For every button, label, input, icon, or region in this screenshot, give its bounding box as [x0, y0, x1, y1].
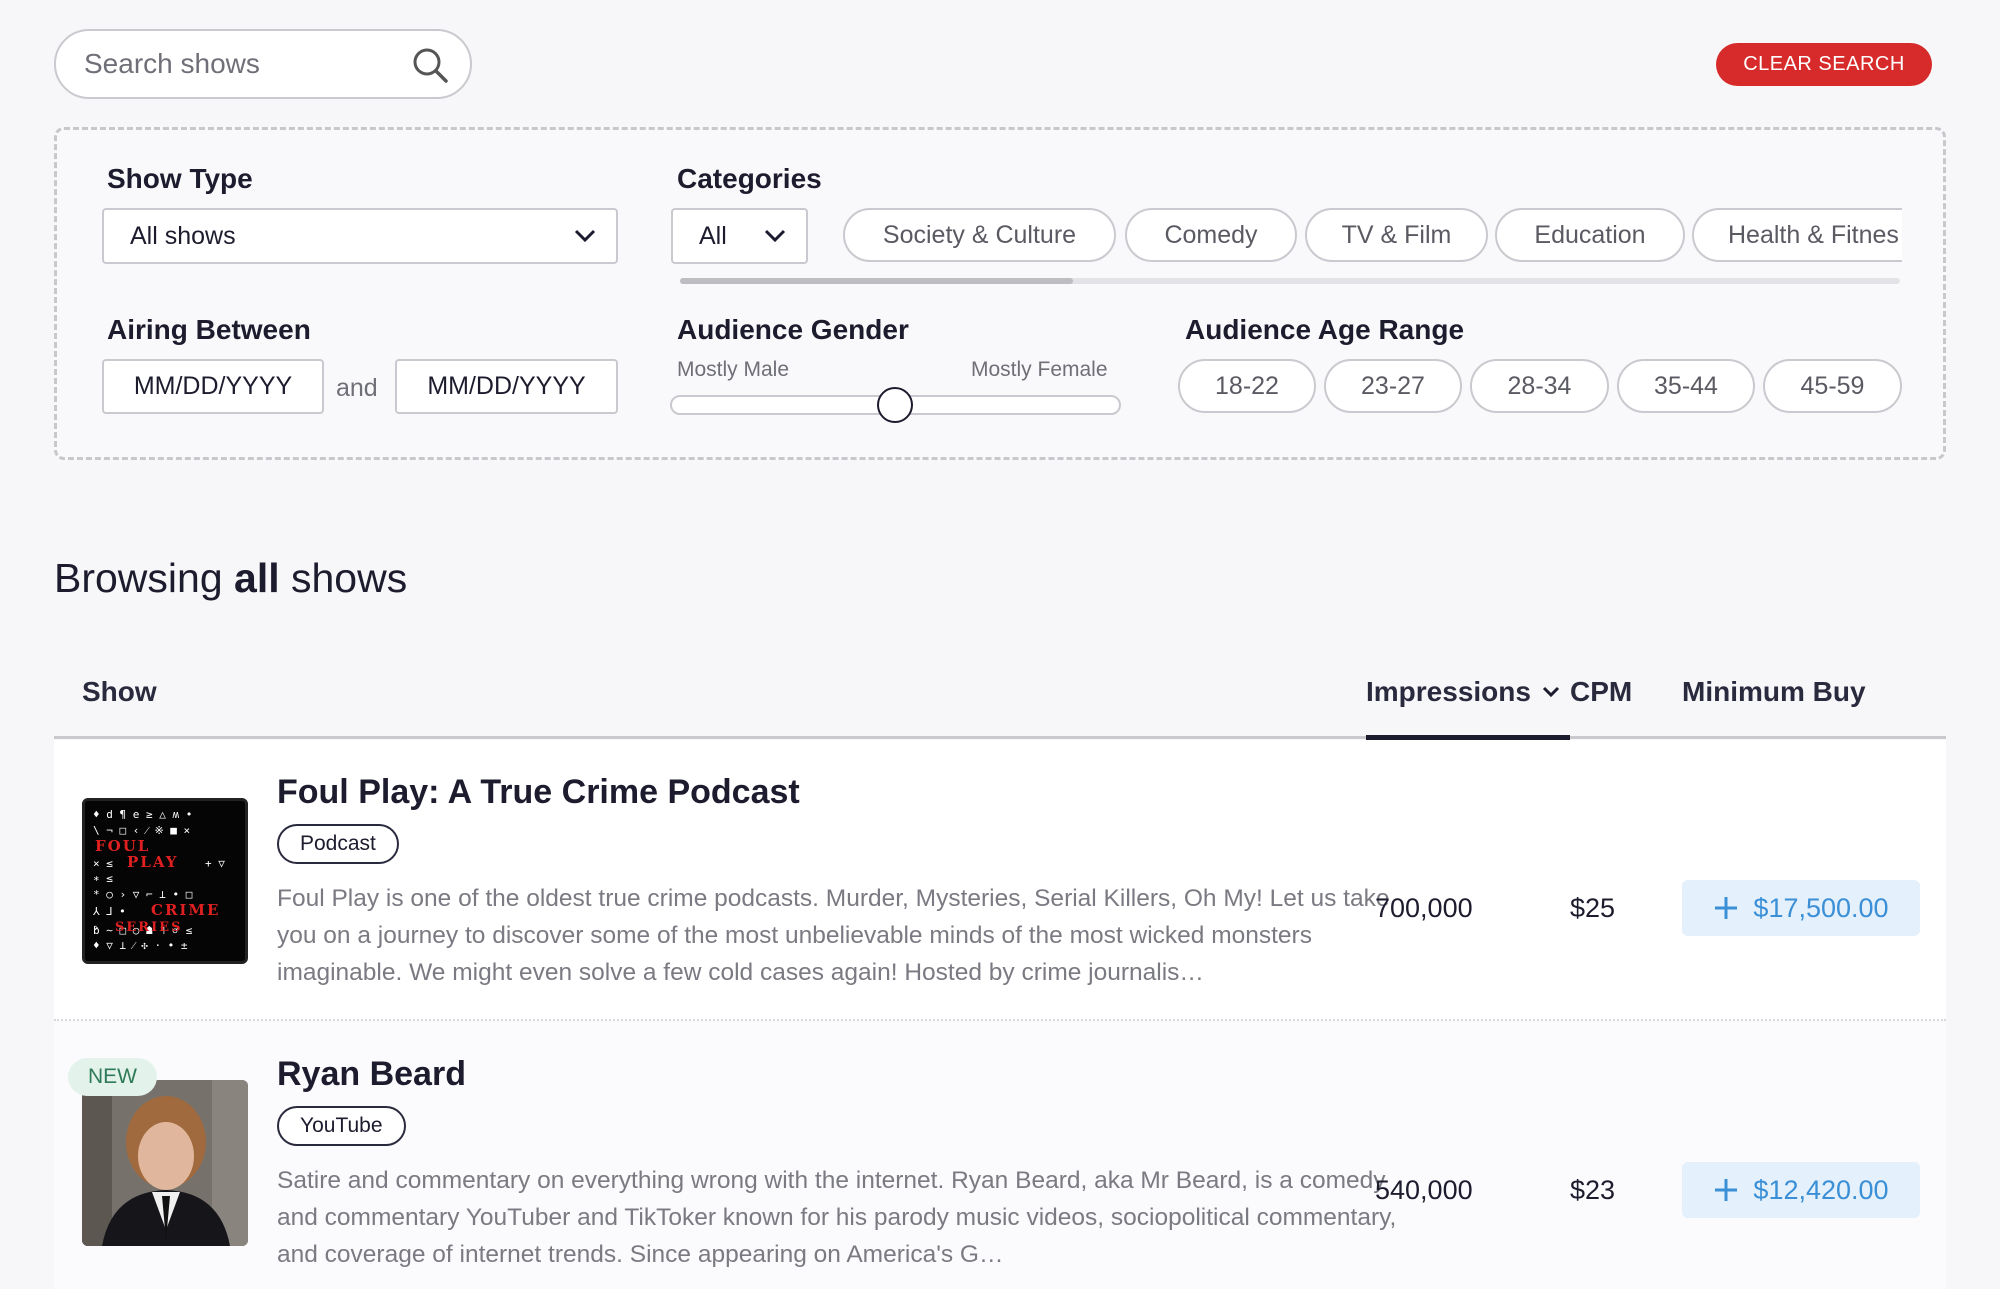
cover-text-play: PLAY — [127, 853, 178, 871]
impressions-value: 540,000 — [1375, 1175, 1473, 1205]
age-pill-28-34[interactable]: 28-34 — [1470, 359, 1609, 413]
audience-age-range-label: Audience Age Range — [1185, 314, 1465, 345]
show-type-label: Show Type — [107, 163, 253, 194]
category-pill-tv-film[interactable]: TV & Film — [1305, 208, 1488, 262]
airing-between-joiner: and — [336, 374, 378, 402]
show-type-tag: Podcast — [277, 824, 399, 864]
show-cover-ryan-beard[interactable] — [82, 1080, 248, 1246]
column-header-show[interactable]: Show — [82, 676, 157, 708]
search-box[interactable] — [54, 29, 472, 99]
search-input[interactable] — [84, 48, 404, 80]
show-title[interactable]: Foul Play: A True Crime Podcast — [277, 773, 800, 812]
column-header-impressions[interactable]: Impressions — [1366, 676, 1561, 708]
show-cover-foul-play[interactable]: ♦ d ¶ e ≥ △ ʍ • \ ¬ □ ‹ ⁄ ※ ■ × * ○ › ▽ … — [82, 798, 248, 964]
gender-slider-right-label: Mostly Female — [971, 358, 1108, 381]
minimum-buy-value: $17,500.00 — [1753, 892, 1889, 923]
add-minimum-buy-button[interactable]: $17,500.00 — [1682, 880, 1920, 936]
category-pill-education[interactable]: Education — [1495, 208, 1685, 262]
show-type-value: All shows — [130, 221, 236, 250]
cover-text-series: SERIES — [115, 920, 182, 935]
show-type-tag: YouTube — [277, 1106, 406, 1146]
column-header-minimum-buy[interactable]: Minimum Buy — [1682, 676, 1866, 708]
age-pill-45-59[interactable]: 45-59 — [1763, 359, 1902, 413]
audience-gender-label: Audience Gender — [677, 314, 909, 345]
add-minimum-buy-button[interactable]: $12,420.00 — [1682, 1162, 1920, 1218]
svg-text:♦ ▽ ⊥ ⁄ ✣ · • ±: ♦ ▽ ⊥ ⁄ ✣ · • ± — [93, 939, 188, 952]
gender-slider-left-label: Mostly Male — [677, 358, 790, 381]
categories-label: Categories — [677, 163, 822, 194]
category-pill-health-fitness[interactable]: Health & Fitnes — [1692, 208, 1902, 262]
age-pill-18-22[interactable]: 18-22 — [1178, 359, 1316, 413]
impressions-value: 700,000 — [1375, 893, 1473, 923]
minimum-buy-value: $12,420.00 — [1753, 1174, 1889, 1205]
ryan-beard-portrait — [82, 1080, 248, 1246]
categories-scrollbar-thumb[interactable] — [680, 278, 1073, 284]
age-pill-35-44[interactable]: 35-44 — [1617, 359, 1755, 413]
plus-icon — [1715, 897, 1738, 919]
airing-end-date-input[interactable]: MM/DD/YYYY — [395, 359, 618, 414]
age-pill-23-27[interactable]: 23-27 — [1324, 359, 1462, 413]
airing-between-label: Airing Between — [107, 314, 311, 345]
gender-slider-handle[interactable] — [877, 387, 913, 423]
table-header-divider — [54, 736, 1946, 739]
show-description: Foul Play is one of the oldest true crim… — [277, 885, 1390, 986]
svg-text:+ ▽: + ▽ — [205, 857, 225, 870]
svg-text:⅄ ⅃ •: ⅄ ⅃ • — [92, 905, 126, 918]
foul-play-cover-art: ♦ d ¶ e ≥ △ ʍ • \ ¬ □ ‹ ⁄ ※ ■ × * ○ › ▽ … — [85, 801, 245, 961]
svg-text:× ≤: × ≤ — [93, 857, 113, 870]
category-pill-society-culture[interactable]: Society & Culture — [843, 208, 1116, 262]
plus-icon — [1715, 1179, 1738, 1201]
svg-text:\ ¬ □ ‹ ⁄ ※ ■ ×: \ ¬ □ ‹ ⁄ ※ ■ × — [93, 824, 190, 837]
page-title: Browsing all shows — [54, 555, 408, 601]
clear-search-button[interactable]: CLEAR SEARCH — [1716, 43, 1932, 86]
search-icon[interactable] — [410, 45, 450, 85]
categories-value: All — [699, 221, 727, 250]
table-row[interactable]: NEW Ryan Beard YouTube Satire and commen… — [54, 1022, 1946, 1289]
cpm-value: $23 — [1570, 1175, 1616, 1205]
svg-text:* ○ › ▽ ⌐ ⊥ • □: * ○ › ▽ ⌐ ⊥ • □ — [93, 888, 193, 901]
cpm-value: $25 — [1570, 893, 1616, 923]
filter-panel: Show Type All shows Categories All Socie… — [54, 127, 1946, 460]
category-pill-comedy[interactable]: Comedy — [1125, 208, 1297, 262]
cover-text-crime: CRIME — [151, 901, 220, 919]
show-description: Satire and commentary on everything wron… — [277, 1167, 1397, 1268]
svg-text:♦ d ¶ e ≥ △ ʍ •: ♦ d ¶ e ≥ △ ʍ • — [93, 808, 192, 821]
chevron-down-icon — [764, 229, 786, 243]
categories-select[interactable]: All — [671, 208, 808, 264]
svg-text:∗ ≤: ∗ ≤ — [93, 872, 113, 885]
show-type-select[interactable]: All shows — [102, 208, 618, 264]
airing-start-date-input[interactable]: MM/DD/YYYY — [102, 359, 324, 414]
chevron-down-icon — [574, 229, 596, 243]
show-title[interactable]: Ryan Beard — [277, 1055, 466, 1094]
chevron-down-icon — [1542, 686, 1560, 698]
new-badge: NEW — [68, 1058, 157, 1096]
table-row[interactable]: ♦ d ¶ e ≥ △ ʍ • \ ¬ □ ‹ ⁄ ※ ■ × * ○ › ▽ … — [54, 740, 1946, 1021]
column-header-cpm[interactable]: CPM — [1570, 676, 1632, 708]
svg-text:›: › — [93, 921, 100, 934]
